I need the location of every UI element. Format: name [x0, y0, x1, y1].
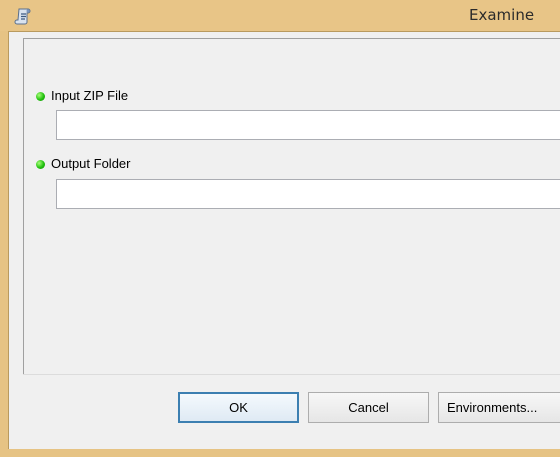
required-indicator-icon — [36, 160, 45, 169]
title-bar[interactable]: Examine — [0, 0, 560, 31]
input-zip-file-label: Input ZIP File — [51, 88, 129, 103]
window-title: Examine — [469, 6, 535, 24]
output-folder-field[interactable] — [56, 179, 560, 209]
output-folder-label: Output Folder — [51, 156, 131, 171]
environments-button[interactable]: Environments... — [438, 392, 560, 423]
script-scroll-icon — [14, 8, 31, 25]
ok-button[interactable]: OK — [178, 392, 299, 423]
output-folder-input[interactable] — [57, 180, 560, 208]
input-zip-file-input[interactable] — [57, 111, 560, 139]
required-indicator-icon — [36, 92, 45, 101]
button-bar-divider — [23, 374, 560, 375]
input-zip-file-field[interactable] — [56, 110, 560, 140]
cancel-button[interactable]: Cancel — [308, 392, 429, 423]
